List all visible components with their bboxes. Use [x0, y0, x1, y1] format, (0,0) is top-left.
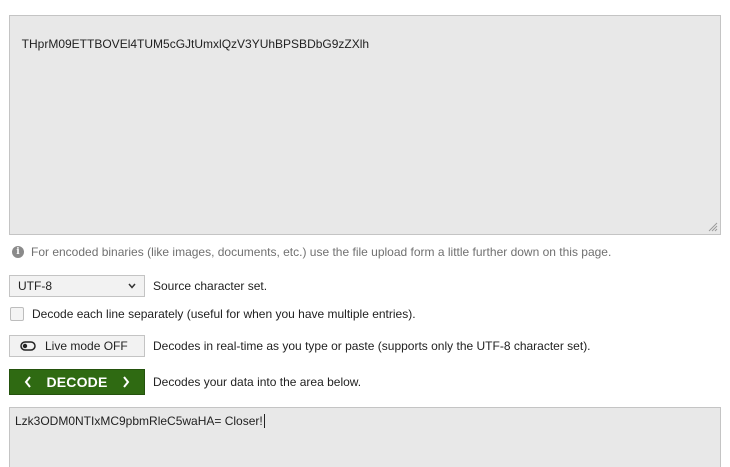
decode-row: DECODE Decodes your data into the area b…	[9, 369, 361, 395]
charset-description: Source character set.	[153, 279, 268, 293]
separate-lines-row: Decode each line separately (useful for …	[9, 307, 416, 321]
toggle-off-icon	[20, 341, 36, 351]
live-mode-row: Live mode OFF Decodes in real-time as yo…	[9, 335, 591, 357]
encoded-input-text: THprM09ETTBOVEl4TUM5cGJtUmxlQzV3YUhBPSBD…	[21, 37, 370, 51]
decode-button-label: DECODE	[46, 374, 108, 390]
charset-select[interactable]: UTF-8	[9, 275, 145, 297]
upload-note: i For encoded binaries (like images, doc…	[12, 245, 611, 259]
decoded-output-textarea[interactable]: Lzk3ODM0NTIxMC9pbmRleC5waHA= Closer!	[9, 407, 721, 467]
decoded-output-text: Lzk3ODM0NTIxMC9pbmRleC5waHA= Closer!	[15, 414, 263, 428]
live-mode-description: Decodes in real-time as you type or past…	[153, 339, 591, 353]
live-mode-toggle-button[interactable]: Live mode OFF	[9, 335, 145, 357]
decode-description: Decodes your data into the area below.	[153, 375, 362, 389]
separate-lines-label[interactable]: Decode each line separately (useful for …	[32, 307, 416, 321]
separate-lines-checkbox[interactable]	[10, 307, 24, 321]
decode-button[interactable]: DECODE	[9, 369, 145, 395]
charset-row: UTF-8 Source character set.	[9, 275, 267, 297]
charset-selected-value: UTF-8	[18, 279, 52, 293]
upload-note-text: For encoded binaries (like images, docum…	[31, 245, 612, 259]
live-mode-label: Live mode OFF	[45, 339, 128, 353]
resize-grip-icon[interactable]	[708, 222, 718, 232]
text-caret	[263, 414, 265, 428]
chevron-left-icon	[25, 376, 32, 388]
chevron-right-icon	[122, 376, 129, 388]
info-icon: i	[12, 246, 24, 258]
encoded-input-textarea[interactable]: THprM09ETTBOVEl4TUM5cGJtUmxlQzV3YUhBPSBD…	[9, 15, 721, 235]
chevron-down-icon	[128, 283, 136, 289]
